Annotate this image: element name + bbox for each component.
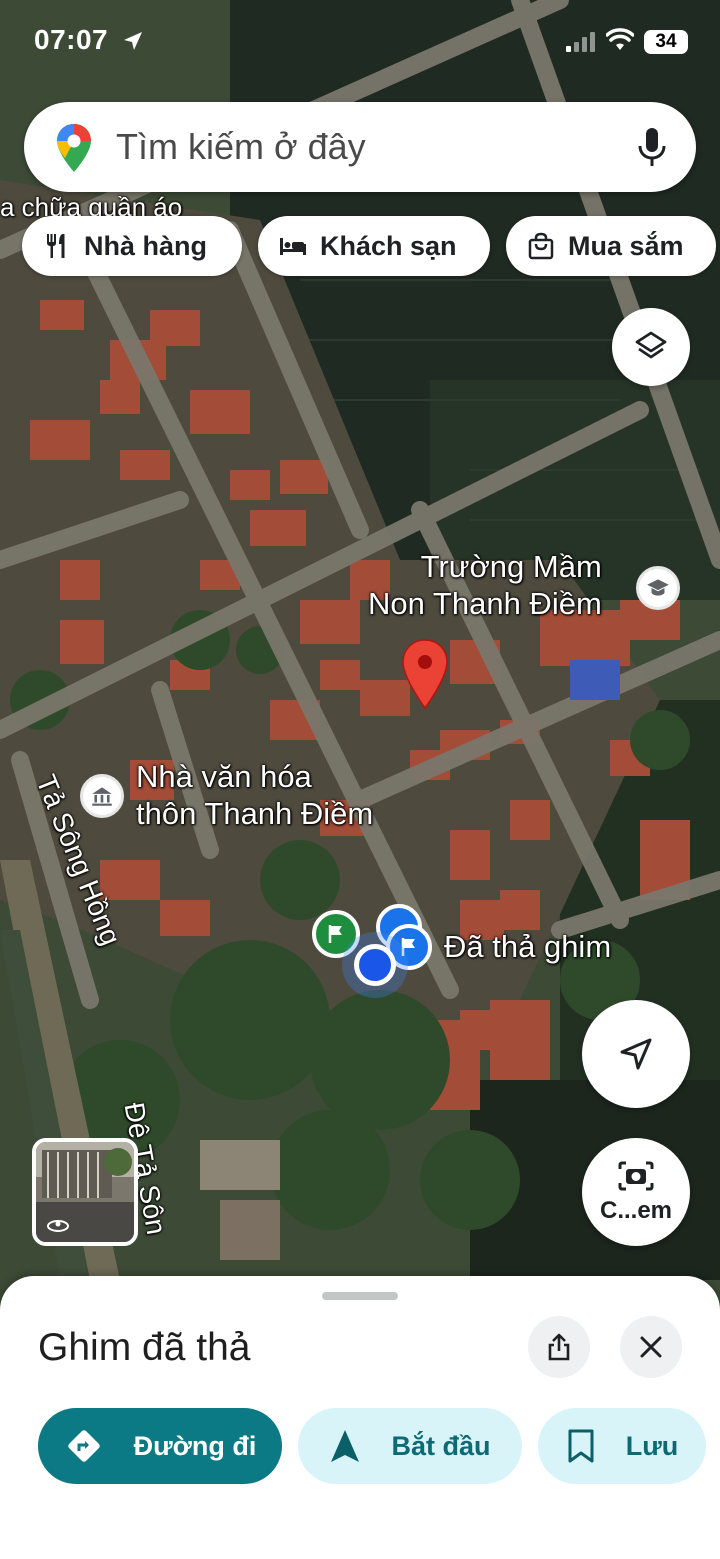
camera-icon bbox=[618, 1161, 654, 1191]
culture-house-label-text: Nhà văn hóa thôn Thanh Điềm bbox=[136, 759, 374, 832]
share-button[interactable] bbox=[528, 1316, 590, 1378]
map-label-school[interactable]: Trường Mầm Non Thanh Điềm bbox=[368, 548, 602, 622]
close-icon bbox=[640, 1336, 662, 1358]
google-maps-logo-icon bbox=[57, 124, 91, 172]
map-label-culture-house[interactable]: Nhà văn hóa thôn Thanh Điềm bbox=[136, 758, 373, 832]
directions-icon bbox=[67, 1430, 100, 1462]
share-icon bbox=[548, 1333, 570, 1361]
save-label: Lưu bbox=[625, 1430, 679, 1461]
microphone-icon[interactable] bbox=[636, 126, 668, 168]
status-bar: 07:07 34 bbox=[0, 0, 720, 86]
street-view-thumbnail[interactable] bbox=[32, 1138, 138, 1246]
start-label: Bắt đầu bbox=[391, 1430, 491, 1461]
close-button[interactable] bbox=[620, 1316, 682, 1378]
start-arrow-icon bbox=[331, 1430, 360, 1462]
status-time: 07:07 bbox=[34, 24, 109, 55]
chip-restaurants-label: Nhà hàng bbox=[84, 230, 208, 261]
map-layers-button[interactable] bbox=[612, 308, 690, 386]
my-location-button[interactable] bbox=[582, 1000, 690, 1108]
layers-icon bbox=[635, 331, 667, 359]
dropped-pin-marker-icon[interactable] bbox=[400, 638, 450, 710]
chip-restaurants[interactable]: Nhà hàng bbox=[22, 216, 242, 276]
chip-hotels-label: Khách sạn bbox=[320, 230, 457, 261]
map-label-dropped-pin: Đã thả ghim bbox=[444, 929, 612, 964]
location-services-icon bbox=[124, 32, 142, 50]
sheet-drag-handle[interactable] bbox=[322, 1292, 398, 1300]
chip-shopping[interactable]: Mua sắm bbox=[506, 216, 716, 276]
culture-house-poi-icon[interactable] bbox=[80, 774, 124, 818]
bookmark-icon bbox=[568, 1429, 594, 1463]
cellular-signal-icon bbox=[566, 30, 595, 52]
school-label-text: Trường Mầm Non Thanh Điềm bbox=[368, 549, 602, 622]
wifi-icon bbox=[606, 28, 634, 50]
restaurant-icon bbox=[47, 234, 65, 258]
shopping-bag-icon bbox=[528, 232, 554, 260]
camera-button-label: C...em bbox=[599, 1197, 673, 1224]
rotate-360-icon bbox=[47, 1220, 69, 1232]
sheet-title: Ghim đã thả bbox=[38, 1326, 251, 1369]
directions-label: Đường đi bbox=[133, 1430, 257, 1461]
save-button[interactable]: Lưu bbox=[538, 1408, 706, 1484]
chip-hotels[interactable]: Khách sạn bbox=[258, 216, 490, 276]
start-navigation-button[interactable]: Bắt đầu bbox=[298, 1408, 522, 1484]
user-location-dot-icon bbox=[354, 944, 396, 986]
navigation-arrow-icon bbox=[620, 1038, 652, 1070]
hotel-icon bbox=[280, 238, 306, 255]
camera-lens-button[interactable]: C...em bbox=[582, 1138, 690, 1246]
chip-shopping-label: Mua sắm bbox=[568, 230, 684, 261]
search-input[interactable]: Tìm kiếm ở đây bbox=[116, 126, 366, 168]
search-bar[interactable]: Tìm kiếm ở đây bbox=[24, 102, 696, 192]
battery-indicator: 34 bbox=[644, 30, 688, 54]
school-poi-icon[interactable] bbox=[636, 566, 680, 610]
directions-button[interactable]: Đường đi bbox=[38, 1408, 282, 1484]
place-bottom-sheet[interactable]: Ghim đã thả Đường đi Bắt đầu Lưu bbox=[0, 1276, 720, 1559]
